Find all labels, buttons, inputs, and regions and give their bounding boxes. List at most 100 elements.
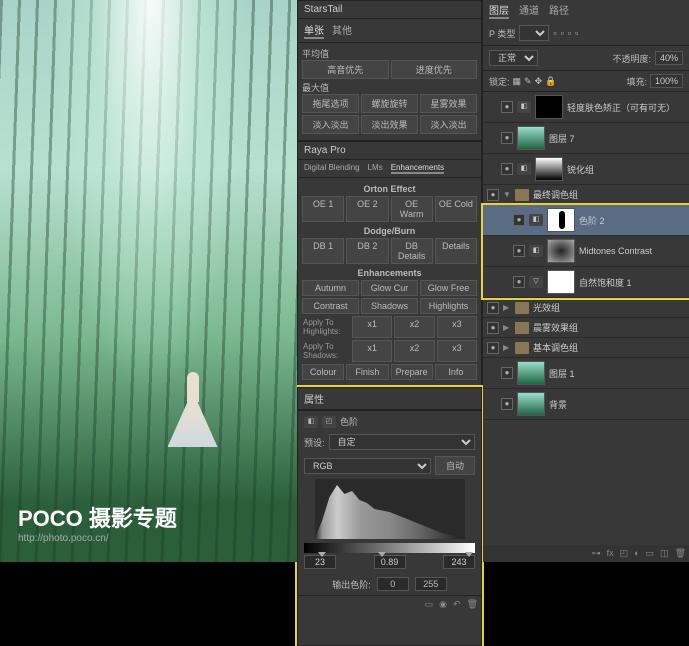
highlights-button[interactable]: Highlights [420, 298, 477, 314]
oewarm-button[interactable]: OE Warm [391, 196, 433, 222]
layer-thumb[interactable] [517, 126, 545, 150]
oecold-button[interactable]: OE Cold [435, 196, 477, 222]
group-icon[interactable]: ▭ [646, 548, 655, 559]
st-btn[interactable]: 螺旋旋转 [361, 94, 418, 113]
fill-value[interactable]: 100% [650, 74, 683, 88]
tab-enh[interactable]: Enhancements [391, 163, 444, 174]
db1-button[interactable]: DB 1 [302, 238, 344, 264]
layer-thumb[interactable] [517, 361, 545, 385]
colour-button[interactable]: Colour [302, 364, 344, 380]
st-btn[interactable]: 高音优先 [302, 60, 389, 79]
blend-select[interactable]: 正常 [489, 50, 538, 66]
shadows-button[interactable]: Shadows [361, 298, 418, 314]
expand-icon[interactable]: ▶ [503, 303, 511, 312]
tab-other[interactable]: 其他 [332, 22, 352, 39]
group-row[interactable]: ● ▶ 基本调色组 [483, 338, 689, 358]
st-btn[interactable]: 星雾效果 [420, 94, 477, 113]
mask-thumb[interactable] [535, 157, 563, 181]
filter-icon[interactable]: ▫ [553, 28, 556, 38]
tab-blend[interactable]: Digital Blending [304, 163, 360, 174]
view-icon[interactable]: ◉ [439, 599, 447, 610]
lock-all-icon[interactable]: 🔒 [545, 76, 556, 87]
dbdet-button[interactable]: DB Details [391, 238, 433, 264]
autumn-button[interactable]: Autumn [302, 280, 359, 296]
filter-icon[interactable]: ▫ [561, 28, 564, 38]
filter-icon[interactable]: ▫ [568, 28, 571, 38]
visibility-icon[interactable]: ● [501, 132, 513, 144]
fx-icon[interactable]: fx [607, 548, 614, 559]
tab-channels[interactable]: 通道 [519, 2, 539, 19]
tab-single[interactable]: 单张 [304, 22, 324, 39]
out-black[interactable]: 0 [377, 577, 409, 591]
layer-row[interactable]: ● 背景 [483, 389, 689, 420]
link-icon[interactable]: ⊶ [592, 548, 601, 559]
mask-icon[interactable]: ◰ [620, 548, 629, 559]
tab-layers[interactable]: 图层 [489, 2, 509, 19]
kind-select[interactable] [519, 25, 549, 41]
glowcur-button[interactable]: Glow Cur [361, 280, 418, 296]
x1-button[interactable]: x1 [352, 316, 392, 338]
x2-button[interactable]: x2 [394, 316, 434, 338]
x1s-button[interactable]: x1 [352, 340, 392, 362]
finish-button[interactable]: Finish [346, 364, 388, 380]
info-button[interactable]: Info [435, 364, 477, 380]
st-btn[interactable]: 进度优先 [391, 60, 478, 79]
reset-icon[interactable]: ↶ [453, 599, 461, 610]
clip-icon[interactable]: ▭ [425, 599, 434, 610]
expand-icon[interactable]: ▼ [503, 190, 511, 199]
layer-row[interactable]: ● ◧ 锐化组 [483, 154, 689, 185]
expand-icon[interactable]: ▶ [503, 343, 511, 352]
mask-thumb[interactable] [535, 95, 563, 119]
visibility-icon[interactable]: ● [501, 398, 513, 410]
visibility-icon[interactable]: ● [513, 214, 525, 226]
opacity-value[interactable]: 40% [655, 51, 683, 65]
mask-thumb[interactable] [547, 270, 575, 294]
lock-trans-icon[interactable]: ▦ [513, 76, 522, 87]
channel-select[interactable]: RGB [304, 458, 431, 474]
tab-lms[interactable]: LMs [368, 163, 383, 174]
visibility-icon[interactable]: ● [513, 276, 525, 288]
visibility-icon[interactable]: ● [513, 245, 525, 257]
oe1-button[interactable]: OE 1 [302, 196, 344, 222]
adjust-icon[interactable]: ◐ [634, 548, 639, 559]
group-row[interactable]: ● ▼ 最终调色组 [483, 185, 689, 205]
db2-button[interactable]: DB 2 [346, 238, 388, 264]
layer-row[interactable]: ● ▽ 自然饱和度 1 [483, 267, 689, 298]
new-icon[interactable]: ◫ [660, 548, 669, 559]
st-btn[interactable]: 拖尾选项 [302, 94, 359, 113]
lock-pos-icon[interactable]: ✥ [535, 76, 543, 87]
group-row[interactable]: ● ▶ 光效组 [483, 298, 689, 318]
input-slider[interactable] [304, 543, 475, 553]
mask-thumb[interactable] [547, 239, 575, 263]
preset-select[interactable]: 自定 [329, 434, 475, 450]
layer-row[interactable]: ● ◧ 轻度肤色矫正（可有可无） [483, 92, 689, 123]
trash-icon[interactable]: 🗑 [467, 599, 478, 610]
filter-icon[interactable]: ▫ [575, 28, 578, 38]
visibility-icon[interactable]: ● [501, 163, 513, 175]
auto-button[interactable]: 自动 [435, 456, 475, 475]
x2s-button[interactable]: x2 [394, 340, 434, 362]
oe2-button[interactable]: OE 2 [346, 196, 388, 222]
visibility-icon[interactable]: ● [487, 189, 499, 201]
trash-icon[interactable]: 🗑 [675, 548, 686, 559]
layer-thumb[interactable] [517, 392, 545, 416]
x3s-button[interactable]: x3 [437, 340, 477, 362]
st-btn[interactable]: 淡入淡出 [302, 115, 359, 134]
mask-thumb[interactable] [547, 208, 575, 232]
expand-icon[interactable]: ▶ [503, 323, 511, 332]
visibility-icon[interactable]: ● [501, 367, 513, 379]
tab-paths[interactable]: 路径 [549, 2, 569, 19]
layer-row[interactable]: ● 图层 1 [483, 358, 689, 389]
lock-paint-icon[interactable]: ✎ [524, 76, 532, 87]
visibility-icon[interactable]: ● [487, 322, 499, 334]
st-btn[interactable]: 淡入淡出 [420, 115, 477, 134]
glowfree-button[interactable]: Glow Free [420, 280, 477, 296]
x3-button[interactable]: x3 [437, 316, 477, 338]
st-btn[interactable]: 淡出效果 [361, 115, 418, 134]
layer-row[interactable]: ● 图层 7 [483, 123, 689, 154]
visibility-icon[interactable]: ● [501, 101, 513, 113]
prepare-button[interactable]: Prepare [391, 364, 433, 380]
contrast-button[interactable]: Contrast [302, 298, 359, 314]
layer-row-selected[interactable]: ● ◧ 色阶 2 [483, 205, 689, 236]
visibility-icon[interactable]: ● [487, 342, 499, 354]
